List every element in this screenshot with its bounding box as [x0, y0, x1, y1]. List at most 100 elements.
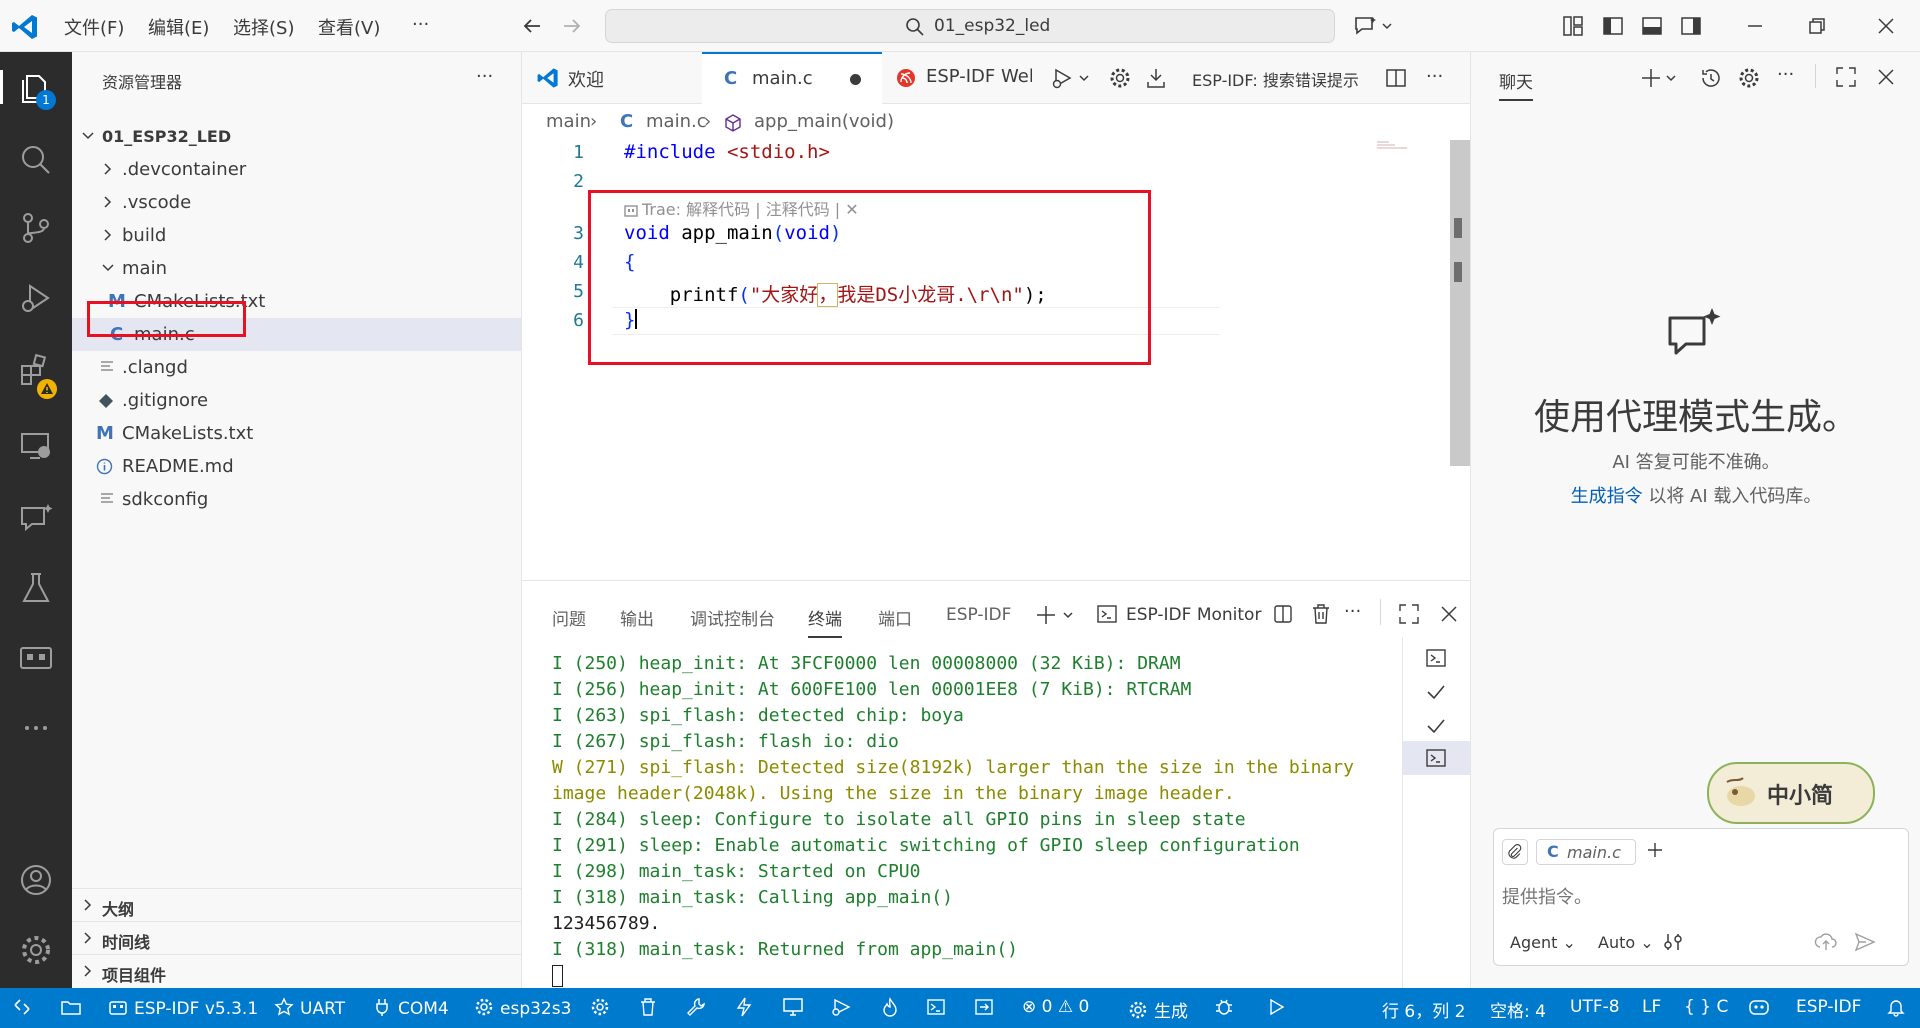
close-window-icon[interactable]	[1874, 14, 1898, 38]
gear-icon[interactable]	[1737, 66, 1761, 90]
tree-item-readme[interactable]: README.md	[72, 450, 521, 483]
explorer-more-button[interactable]: ···	[476, 66, 493, 87]
generate-instructions-link[interactable]: 生成指令	[1571, 486, 1643, 507]
chat-input-box[interactable]: C main.c 提供指令。 Agent ⌄ Auto ⌄	[1493, 828, 1909, 966]
more-views-icon[interactable]	[18, 710, 54, 746]
build-wrench-icon[interactable]	[686, 997, 712, 1019]
back-arrow-icon[interactable]	[520, 14, 544, 38]
tab-terminal[interactable]: 终端	[808, 605, 842, 638]
tree-item-cmakelists[interactable]: M CMakeLists.txt	[72, 417, 521, 450]
flash-method-item[interactable]: UART	[274, 997, 345, 1019]
maximize-panel-icon[interactable]	[1398, 603, 1420, 625]
line-ending[interactable]: LF	[1642, 997, 1661, 1017]
workspace-folder-icon[interactable]	[60, 997, 88, 1019]
tab-output[interactable]: 输出	[620, 605, 654, 630]
breadcrumb-symbol[interactable]: app_main(void)	[754, 111, 894, 132]
tools-icon[interactable]	[1662, 931, 1684, 953]
timeline-section[interactable]: 时间线	[72, 921, 521, 954]
cursor-position[interactable]: 行 6，列 2	[1382, 997, 1465, 1022]
sdk-config-gear-icon[interactable]	[590, 997, 616, 1019]
tree-item-vscode[interactable]: .vscode	[72, 186, 521, 219]
breadcrumb-folder[interactable]: main	[546, 111, 591, 132]
idf-version-item[interactable]: ESP-IDF v5.3.1	[108, 997, 258, 1019]
terminal-icon[interactable]	[1425, 647, 1447, 669]
run-debug-dropdown-icon[interactable]	[1052, 66, 1094, 90]
play-icon[interactable]	[1266, 997, 1292, 1019]
menu-more[interactable]: ···	[412, 14, 429, 35]
terminal-list-item-active[interactable]	[1403, 741, 1471, 775]
editor-more-button[interactable]: ···	[1426, 66, 1443, 87]
new-terminal-plus-icon[interactable]	[1036, 603, 1082, 627]
context-file-chip[interactable]: C main.c	[1536, 839, 1636, 865]
tab-welcome[interactable]: 欢迎	[522, 52, 702, 104]
menu-view[interactable]: 查看(V)	[318, 14, 380, 40]
build-item[interactable]: 生成	[1128, 997, 1188, 1022]
minimize-icon[interactable]	[1743, 14, 1767, 38]
tree-item-main-folder[interactable]: main	[72, 252, 521, 285]
chat-sparkle-icon[interactable]	[1353, 14, 1395, 38]
remote-explorer-icon[interactable]	[18, 428, 54, 464]
restore-icon[interactable]	[1805, 14, 1829, 38]
check-icon[interactable]	[1425, 681, 1447, 703]
download-flash-icon[interactable]	[1144, 66, 1168, 90]
toggle-panel-icon[interactable]	[1640, 14, 1664, 38]
tree-item-sdkconfig[interactable]: sdkconfig	[72, 483, 521, 516]
debug-icon[interactable]	[830, 997, 858, 1019]
unsaved-dot-icon[interactable]	[850, 74, 861, 85]
new-chat-plus-icon[interactable]	[1641, 66, 1681, 90]
toggle-primary-sidebar-icon[interactable]	[1601, 14, 1625, 38]
copilot-icon[interactable]	[1748, 997, 1776, 1019]
menu-edit[interactable]: 编辑(E)	[148, 14, 209, 40]
folder-root[interactable]: 01_ESP32_LED	[72, 120, 521, 153]
problems-indicator[interactable]: ⊗ 0 ⚠ 0	[1022, 997, 1089, 1017]
chat-input-placeholder[interactable]: 提供指令。	[1502, 883, 1592, 909]
settings-gear-icon[interactable]	[18, 932, 54, 968]
tree-item-devcontainer[interactable]: .devcontainer	[72, 153, 521, 186]
terminal-icon[interactable]	[926, 997, 952, 1019]
cloud-upload-icon[interactable]	[1814, 931, 1838, 953]
search-icon[interactable]	[18, 142, 54, 178]
breadcrumb-file[interactable]: main.c	[646, 111, 707, 132]
chat-title[interactable]: 聊天	[1499, 68, 1533, 101]
terminal-name[interactable]: ESP-IDF Monitor	[1126, 605, 1261, 625]
flame-icon[interactable]	[880, 997, 906, 1019]
tab-debug-console[interactable]: 调试控制台	[690, 605, 775, 630]
history-icon[interactable]	[1699, 66, 1723, 90]
esp-idf-search-errors-button[interactable]: ESP-IDF: 搜索错误提示	[1192, 67, 1359, 91]
outline-section[interactable]: 大纲	[72, 888, 521, 921]
esp-idf-status[interactable]: ESP-IDF	[1796, 997, 1861, 1017]
port-item[interactable]: COM4	[372, 997, 449, 1019]
split-editor-icon[interactable]	[1384, 66, 1408, 90]
attach-paperclip-icon[interactable]	[1502, 839, 1528, 865]
vscode-logo-icon[interactable]	[10, 12, 40, 42]
add-context-plus-icon[interactable]	[1644, 839, 1666, 861]
maximize-icon[interactable]	[1835, 66, 1857, 88]
remote-indicator-icon[interactable]	[12, 997, 38, 1019]
mode-dropdown[interactable]: Agent ⌄	[1510, 933, 1576, 952]
run-arrow-box-icon[interactable]	[974, 997, 1000, 1019]
esp-idf-icon[interactable]	[18, 640, 54, 676]
minimap[interactable]	[1377, 140, 1447, 154]
toggle-secondary-sidebar-icon[interactable]	[1679, 14, 1703, 38]
gear-icon[interactable]	[1108, 66, 1132, 90]
menu-file[interactable]: 文件(F)	[64, 14, 124, 40]
command-center-search[interactable]: 01_esp32_led	[605, 9, 1335, 43]
notifications-bell-icon[interactable]	[1886, 997, 1912, 1019]
editor-scrollbar[interactable]	[1450, 140, 1470, 466]
chat-more-button[interactable]: ···	[1777, 64, 1794, 85]
customize-layout-icon[interactable]	[1561, 14, 1585, 38]
send-icon[interactable]	[1854, 931, 1876, 953]
encoding[interactable]: UTF-8	[1570, 997, 1620, 1017]
components-section[interactable]: 项目组件	[72, 954, 521, 987]
check-icon[interactable]	[1425, 715, 1447, 737]
testing-flask-icon[interactable]	[18, 570, 54, 606]
forward-arrow-icon[interactable]	[560, 14, 584, 38]
target-item[interactable]: esp32s3	[474, 997, 571, 1019]
tab-problems[interactable]: 问题	[552, 605, 586, 630]
model-dropdown[interactable]: Auto ⌄	[1598, 933, 1654, 952]
kill-terminal-trash-icon[interactable]	[1310, 603, 1332, 625]
debug-bug-icon[interactable]	[1214, 997, 1240, 1019]
tab-main-c[interactable]: C main.c	[702, 52, 882, 104]
scrollbar-thumb[interactable]	[1454, 218, 1462, 238]
tab-ports[interactable]: 端口	[878, 605, 912, 630]
